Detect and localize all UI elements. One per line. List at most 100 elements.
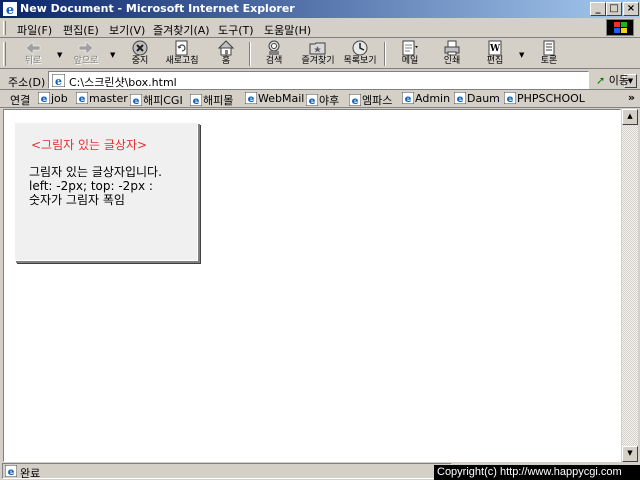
status-pane: e 완료 xyxy=(2,463,452,480)
stop-label: 중지 xyxy=(131,56,149,66)
link-happymall-label: 해피몰 xyxy=(203,94,234,107)
print-label: 인쇄 xyxy=(443,56,461,66)
edit-document-icon: W xyxy=(488,40,502,56)
svg-text:e: e xyxy=(133,96,140,106)
page-content: <그림자 있는 글상자> 그림자 있는 글상자입니다. left: -2px; … xyxy=(3,109,621,462)
link-job[interactable]: e job xyxy=(38,92,68,105)
discuss-button[interactable]: 토론 xyxy=(527,40,571,68)
svg-text:e: e xyxy=(193,96,200,106)
link-phpschool-label: PHPSCHOOL xyxy=(517,92,585,105)
links-bar: 연결 e job e master e 해피CGI e 해피몰 e WebMail e 야후… xyxy=(0,90,640,108)
vertical-scrollbar[interactable]: ▲ ▼ xyxy=(622,109,638,462)
link-empas[interactable]: e 엠파스 xyxy=(349,92,392,108)
go-arrow-icon: ➚ xyxy=(596,74,606,87)
history-icon xyxy=(352,40,368,56)
discuss-label: 토론 xyxy=(540,56,558,66)
menu-grip[interactable] xyxy=(3,21,6,35)
copyright-watermark: Copyright(c) http://www.happycgi.com xyxy=(434,465,640,480)
edit-button[interactable]: W 편집 xyxy=(473,40,517,68)
link-webmail-label: WebMail xyxy=(258,92,305,105)
svg-text:e: e xyxy=(79,94,86,104)
svg-text:e: e xyxy=(6,3,14,16)
mail-button[interactable]: 메일 xyxy=(388,40,432,68)
menu-edit[interactable]: 편집(E) xyxy=(63,22,99,38)
menu-view[interactable]: 보기(V) xyxy=(109,22,145,38)
forward-dropdown-icon[interactable]: ▼ xyxy=(110,51,115,59)
favorites-folder-icon xyxy=(309,42,326,55)
ie-logo-icon: e xyxy=(3,2,17,16)
mail-icon xyxy=(402,40,418,56)
back-dropdown-icon[interactable]: ▼ xyxy=(57,51,62,59)
status-text: 완료 xyxy=(20,467,41,480)
maximize-button[interactable]: □ xyxy=(606,2,622,16)
link-page-icon: e xyxy=(402,92,414,104)
print-button[interactable]: 인쇄 xyxy=(430,40,474,68)
go-button[interactable]: ➚ 이동 xyxy=(596,72,629,88)
stop-button[interactable]: 중지 xyxy=(118,40,162,68)
favorites-label: 즐겨찾기 xyxy=(301,56,335,66)
svg-text:e: e xyxy=(507,94,514,104)
link-happymall[interactable]: e 해피몰 xyxy=(190,92,233,108)
discuss-icon xyxy=(543,40,555,56)
svg-text:e: e xyxy=(457,94,464,104)
address-label: 주소(D) xyxy=(8,76,46,89)
box-line-2: left: -2px; top: -2px : xyxy=(29,179,153,193)
search-button[interactable]: 검색 xyxy=(252,40,296,68)
menu-bar: 파일(F) 편집(E) 보기(V) 즐겨찾기(A) 도구(T) 도움말(H) xyxy=(0,18,640,38)
toolbar-grip[interactable] xyxy=(3,42,6,66)
title-bar[interactable]: e New Document - Microsoft Internet Expl… xyxy=(0,0,640,18)
svg-text:e: e xyxy=(8,467,15,477)
link-job-label: job xyxy=(51,92,68,105)
link-page-icon: e xyxy=(38,92,50,104)
windows-logo-throbber xyxy=(606,19,634,36)
link-happycgi[interactable]: e 해피CGI xyxy=(130,92,183,108)
svg-text:e: e xyxy=(405,94,412,104)
minimize-button[interactable]: _ xyxy=(590,2,606,16)
back-label: 뒤로 xyxy=(24,56,42,66)
menu-help[interactable]: 도움말(H) xyxy=(264,22,311,38)
address-value[interactable]: C:\스크린샷\box.html xyxy=(69,74,177,90)
menu-tools[interactable]: 도구(T) xyxy=(218,22,254,38)
links-label: 연결 xyxy=(10,94,31,107)
edit-dropdown-icon[interactable]: ▼ xyxy=(519,51,524,59)
home-icon xyxy=(217,40,235,56)
refresh-button[interactable]: 새로고침 xyxy=(160,40,204,68)
refresh-icon xyxy=(175,40,188,56)
favorites-button[interactable]: 즐겨찾기 xyxy=(296,40,340,68)
address-bar: 주소(D) e C:\스크린샷\box.html ▼ ➚ 이동 xyxy=(0,70,640,90)
edit-label: 편집 xyxy=(486,56,504,66)
link-page-icon: e xyxy=(306,94,318,106)
printer-icon xyxy=(444,40,460,56)
link-phpschool[interactable]: e PHPSCHOOL xyxy=(504,92,585,105)
links-more-chevron-icon[interactable]: » xyxy=(628,91,635,104)
home-button[interactable]: 홈 xyxy=(204,40,248,68)
close-button[interactable]: × xyxy=(623,2,639,16)
link-yahoo[interactable]: e 야후 xyxy=(306,92,339,108)
status-page-icon: e xyxy=(5,465,17,477)
link-webmail[interactable]: e WebMail xyxy=(245,92,304,105)
menu-file[interactable]: 파일(F) xyxy=(17,22,52,38)
go-label: 이동 xyxy=(608,74,629,87)
link-page-icon: e xyxy=(454,92,466,104)
box-line-1: 그림자 있는 글상자입니다. xyxy=(29,165,162,179)
mail-label: 메일 xyxy=(401,56,419,66)
menu-favorites[interactable]: 즐겨찾기(A) xyxy=(153,22,210,38)
link-page-icon: e xyxy=(190,94,202,106)
link-page-icon: e xyxy=(245,92,257,104)
box-title: <그림자 있는 글상자> xyxy=(31,138,148,152)
link-daum[interactable]: e Daum xyxy=(454,92,500,105)
back-button[interactable]: 뒤로 xyxy=(11,40,55,68)
link-page-icon: e xyxy=(504,92,516,104)
address-input[interactable]: e C:\스크린샷\box.html ▼ xyxy=(48,71,637,90)
link-master[interactable]: e master xyxy=(76,92,128,105)
toolbar-separator xyxy=(249,42,251,66)
link-daum-label: Daum xyxy=(467,92,500,105)
link-admin[interactable]: e Admin xyxy=(402,92,450,105)
scroll-down-button[interactable]: ▼ xyxy=(622,446,638,462)
history-button[interactable]: 목록보기 xyxy=(338,40,382,68)
history-label: 목록보기 xyxy=(343,56,377,66)
scroll-up-button[interactable]: ▲ xyxy=(622,109,638,125)
forward-button[interactable]: 앞으로 xyxy=(64,40,108,68)
home-label: 홈 xyxy=(221,56,231,66)
box-body: 그림자 있는 글상자입니다. left: -2px; top: -2px : 숫… xyxy=(29,165,199,207)
